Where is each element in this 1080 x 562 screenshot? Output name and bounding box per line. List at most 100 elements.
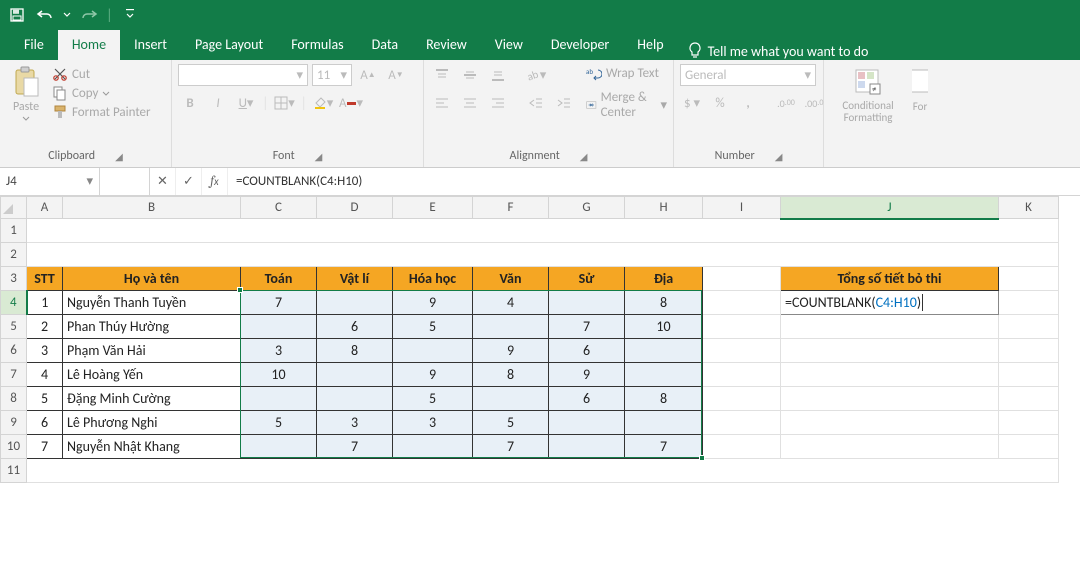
cell-C6[interactable]: 3 — [241, 339, 317, 363]
increase-indent-icon[interactable] — [552, 92, 576, 114]
cell-A10[interactable]: 7 — [27, 435, 63, 459]
cell-G4[interactable] — [549, 291, 625, 315]
cell-D6[interactable]: 8 — [317, 339, 393, 363]
cell-E4[interactable]: 9 — [393, 291, 473, 315]
cell-C10[interactable] — [241, 435, 317, 459]
tab-view[interactable]: View — [481, 30, 537, 60]
cell-D4[interactable] — [317, 291, 393, 315]
cell-H5[interactable]: 10 — [625, 315, 703, 339]
cell-G5[interactable]: 7 — [549, 315, 625, 339]
cell-A7[interactable]: 4 — [27, 363, 63, 387]
row-7[interactable]: 7 — [1, 363, 27, 387]
underline-button[interactable]: U ▾ — [234, 92, 258, 114]
cell-G10[interactable] — [549, 435, 625, 459]
cell-F9[interactable]: 5 — [473, 411, 549, 435]
spreadsheet-grid[interactable]: A B C D E F G H I J K 1 2 3 STT Họ và tê… — [0, 196, 1080, 483]
undo-icon[interactable] — [34, 4, 56, 26]
cell-A9[interactable]: 6 — [27, 411, 63, 435]
cell-B6[interactable]: Phạm Văn Hải — [63, 339, 241, 363]
insert-function-icon[interactable]: fx — [202, 168, 228, 195]
col-K[interactable]: K — [999, 197, 1059, 219]
cell-F8[interactable] — [473, 387, 549, 411]
cell-E6[interactable] — [393, 339, 473, 363]
col-F[interactable]: F — [473, 197, 549, 219]
hdr-toan[interactable]: Toán — [241, 267, 317, 291]
font-size-select[interactable]: 11 ▾ — [312, 64, 352, 86]
paste-button[interactable]: Paste — [6, 64, 46, 123]
tab-formulas[interactable]: Formulas — [277, 30, 357, 60]
cell-H7[interactable] — [625, 363, 703, 387]
cell-E7[interactable]: 9 — [393, 363, 473, 387]
redo-icon[interactable] — [78, 4, 100, 26]
tab-data[interactable]: Data — [358, 30, 412, 60]
cell-E9[interactable]: 3 — [393, 411, 473, 435]
cell-D7[interactable] — [317, 363, 393, 387]
hdr-name[interactable]: Họ và tên — [63, 267, 241, 291]
enter-formula-icon[interactable]: ✓ — [176, 168, 202, 195]
cell-A5[interactable]: 2 — [27, 315, 63, 339]
hdr-total[interactable]: Tổng số tiết bỏ thi — [781, 267, 999, 291]
cell-C5[interactable] — [241, 315, 317, 339]
tab-review[interactable]: Review — [412, 30, 481, 60]
number-format-select[interactable]: General ▾ — [680, 64, 816, 86]
accounting-format-icon[interactable]: $ ▾ — [680, 92, 704, 114]
cell-E10[interactable] — [393, 435, 473, 459]
format-painter-button[interactable]: Format Painter — [52, 104, 151, 120]
row-2[interactable]: 2 — [1, 243, 27, 267]
number-dialog-launcher-icon[interactable]: ◢ — [775, 150, 783, 163]
comma-format-icon[interactable]: , — [736, 92, 760, 114]
copy-button[interactable]: Copy — [52, 85, 151, 101]
font-dialog-launcher-icon[interactable]: ◢ — [315, 150, 323, 163]
col-G[interactable]: G — [549, 197, 625, 219]
cell-B8[interactable]: Đặng Minh Cường — [63, 387, 241, 411]
cell-D5[interactable]: 6 — [317, 315, 393, 339]
tab-developer[interactable]: Developer — [537, 30, 623, 60]
cell-A4[interactable]: 1 — [27, 291, 63, 315]
percent-format-icon[interactable]: % — [708, 92, 732, 114]
tab-home[interactable]: Home — [58, 30, 120, 60]
col-I[interactable]: I — [703, 197, 781, 219]
decrease-decimal-icon[interactable]: .00.0 — [802, 92, 826, 114]
cell-F5[interactable] — [473, 315, 549, 339]
col-J[interactable]: J — [781, 197, 999, 219]
alignment-dialog-launcher-icon[interactable]: ◢ — [580, 150, 588, 163]
row-10[interactable]: 10 — [1, 435, 27, 459]
merge-center-button[interactable]: Merge & Center ▾ — [586, 90, 667, 120]
column-headers[interactable]: A B C D E F G H I J K — [1, 197, 1059, 219]
cell-D8[interactable] — [317, 387, 393, 411]
clipboard-dialog-launcher-icon[interactable]: ◢ — [115, 150, 123, 163]
orientation-icon[interactable]: ab ▾ — [524, 64, 548, 86]
cell-H8[interactable]: 8 — [625, 387, 703, 411]
cell-F7[interactable]: 8 — [473, 363, 549, 387]
cell-F4[interactable]: 4 — [473, 291, 549, 315]
cell-B5[interactable]: Phan Thúy Hường — [63, 315, 241, 339]
col-C[interactable]: C — [241, 197, 317, 219]
conditional-formatting-button[interactable]: ≠ Conditional Formatting — [830, 64, 906, 126]
col-A[interactable]: A — [27, 197, 63, 219]
cell-A8[interactable]: 5 — [27, 387, 63, 411]
cell-B4[interactable]: Nguyễn Thanh Tuyền — [63, 291, 241, 315]
cell-A6[interactable]: 3 — [27, 339, 63, 363]
cell-E5[interactable]: 5 — [393, 315, 473, 339]
hdr-van[interactable]: Văn — [473, 267, 549, 291]
decrease-indent-icon[interactable] — [524, 92, 548, 114]
save-icon[interactable] — [6, 4, 28, 26]
hdr-vatli[interactable]: Vật lí — [317, 267, 393, 291]
borders-button[interactable]: ▾ — [273, 92, 297, 114]
format-as-table-button[interactable]: For — [912, 64, 928, 115]
customize-qat-icon[interactable] — [119, 4, 141, 26]
cell-H10[interactable]: 7 — [625, 435, 703, 459]
row-6[interactable]: 6 — [1, 339, 27, 363]
tab-help[interactable]: Help — [623, 30, 677, 60]
tab-page-layout[interactable]: Page Layout — [181, 30, 277, 60]
name-box[interactable]: J4 ▾ — [0, 168, 100, 195]
align-middle-icon[interactable] — [458, 64, 482, 86]
italic-button[interactable]: I — [206, 92, 230, 114]
fill-color-button[interactable]: ▾ — [311, 92, 335, 114]
font-name-select[interactable]: ▾ — [178, 64, 308, 86]
cell-C7[interactable]: 10 — [241, 363, 317, 387]
align-right-icon[interactable] — [486, 92, 510, 114]
formula-input[interactable]: =COUNTBLANK(C4:H10) — [228, 168, 1080, 195]
cell-C4[interactable]: 7 — [241, 291, 317, 315]
cell-F6[interactable]: 9 — [473, 339, 549, 363]
